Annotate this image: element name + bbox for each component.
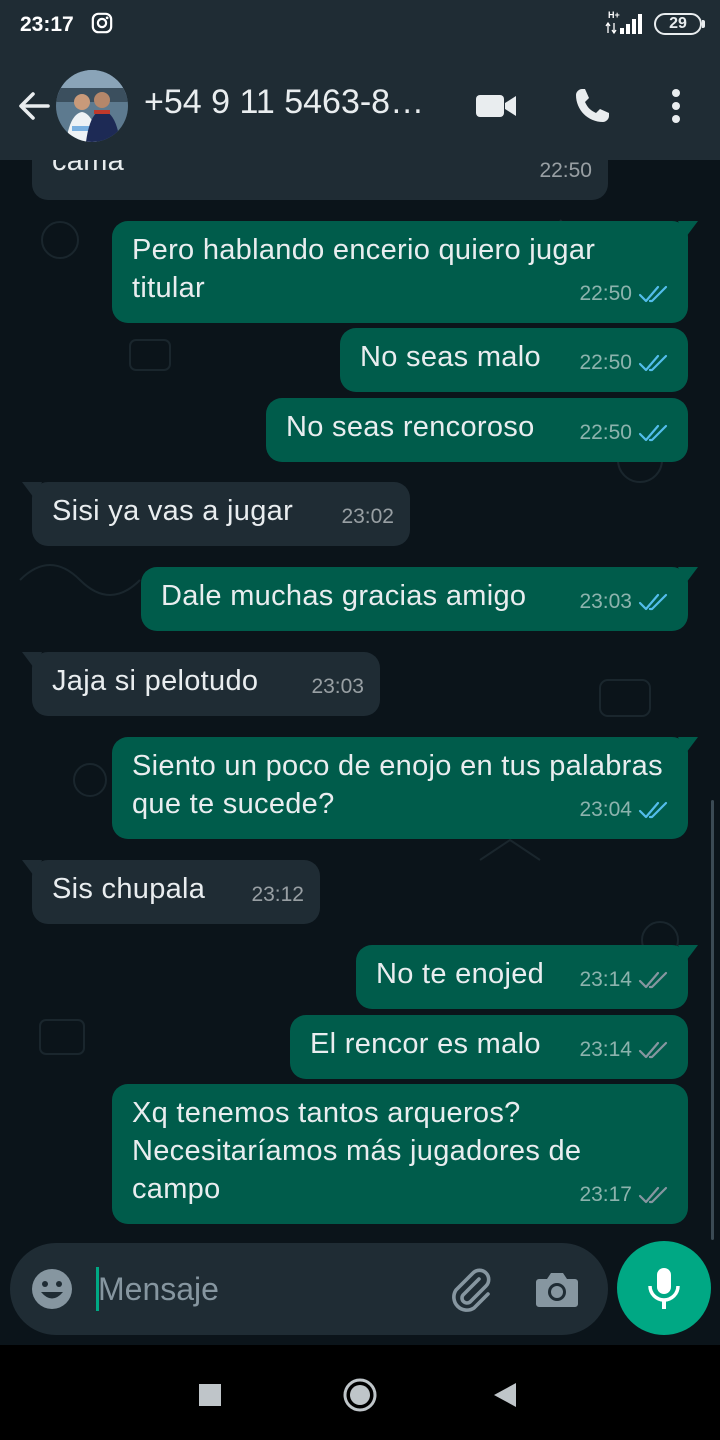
message-bubble-out[interactable]: Pero hablando encerio quiero jugar titul… (112, 221, 698, 323)
voice-message-button[interactable] (617, 1241, 711, 1335)
message-time: 22:50 (579, 282, 632, 305)
contact-avatar[interactable] (56, 70, 128, 142)
message-text: Jaja si pelotudo (52, 665, 259, 697)
bubble-tail (678, 221, 698, 237)
message-time: 22:50 (539, 160, 592, 182)
bubble-tail (22, 860, 42, 876)
message-meta: 22:50 (579, 344, 672, 382)
message-time: 23:17 (579, 1183, 632, 1206)
message-meta: 23:02 (341, 498, 394, 536)
message-bubble-in[interactable]: Sis chupala 23:12 (22, 860, 320, 924)
message-time: 23:12 (251, 883, 304, 906)
delivered-receipt-icon (638, 971, 668, 989)
message-time: 23:03 (311, 675, 364, 698)
message-text: cama (52, 160, 125, 177)
back-arrow-icon[interactable] (14, 86, 54, 126)
avatar-photo (56, 70, 128, 142)
read-receipt-icon (638, 354, 668, 372)
message-time: 22:50 (579, 421, 632, 444)
bubble-tail (22, 652, 42, 668)
message-meta: 22:50 (539, 160, 592, 190)
phone-icon[interactable] (570, 84, 614, 128)
scrollbar[interactable] (711, 800, 714, 1240)
status-time: 23:17 (20, 13, 74, 36)
message-time: 22:50 (579, 351, 632, 374)
message-text: Dale muchas gracias amigo (161, 580, 527, 612)
message-time: 23:02 (341, 505, 394, 528)
message-time: 23:14 (579, 1038, 632, 1061)
contact-name[interactable]: +54 9 11 5463-8… (144, 83, 444, 122)
message-text: Sis chupala (52, 873, 206, 905)
network-type-label: H+ (608, 10, 620, 20)
nav-back-icon[interactable] (486, 1375, 526, 1415)
message-bubble-in[interactable]: cama 22:50 (32, 160, 608, 200)
camera-icon[interactable] (534, 1267, 580, 1311)
whatsapp-chat-screen: 23:17 H+ 29 +54 9 11 5463-8… cama 22:50 … (0, 0, 720, 1440)
message-meta: 23:14 (579, 961, 672, 999)
bubble-tail (678, 567, 698, 583)
chat-header: +54 9 11 5463-8… (0, 52, 720, 160)
message-meta: 23:03 (311, 668, 364, 706)
read-receipt-icon (638, 285, 668, 303)
message-text: Pero hablando encerio quiero jugar titul… (132, 234, 596, 304)
message-bubble-out[interactable]: El rencor es malo 23:14 (290, 1015, 688, 1079)
emoji-icon[interactable] (30, 1267, 74, 1311)
message-meta: 23:12 (251, 876, 304, 914)
status-bar: 23:17 H+ 29 (0, 0, 720, 52)
message-composer (10, 1243, 608, 1335)
message-text: No te enojed (376, 958, 545, 990)
message-text: Sisi ya vas a jugar (52, 495, 294, 527)
nav-recents-icon[interactable] (190, 1375, 230, 1415)
system-nav-bar (0, 1345, 720, 1440)
mic-icon (648, 1268, 680, 1309)
message-bubble-in[interactable]: Jaja si pelotudo 23:03 (22, 652, 380, 716)
message-meta: 23:04 (579, 791, 672, 829)
delivered-receipt-icon (638, 1186, 668, 1204)
message-text: No seas rencoroso (286, 411, 535, 443)
message-input[interactable] (98, 1267, 418, 1311)
signal-icon: H+ (605, 10, 642, 35)
message-time: 23:14 (579, 968, 632, 991)
message-list[interactable]: cama 22:50 Pero hablando encerio quiero … (0, 160, 720, 1240)
message-text: El rencor es malo (310, 1028, 541, 1060)
message-meta: 22:50 (579, 275, 672, 313)
message-meta: 23:17 (579, 1176, 672, 1214)
more-vert-icon[interactable] (654, 84, 698, 128)
message-text: Xq tenemos tantos arqueros? Necesitaríam… (132, 1097, 582, 1205)
message-bubble-out[interactable]: Siento un poco de enojo en tus palabras … (112, 737, 698, 839)
bubble-tail (678, 945, 698, 961)
bubble-tail (678, 737, 698, 753)
message-text: No seas malo (360, 341, 541, 373)
delivered-receipt-icon (638, 1041, 668, 1059)
message-bubble-out[interactable]: Dale muchas gracias amigo 23:03 (141, 567, 698, 631)
message-meta: 23:03 (579, 583, 672, 621)
video-call-icon[interactable] (474, 84, 518, 128)
read-receipt-icon (638, 424, 668, 442)
message-meta: 23:14 (579, 1031, 672, 1069)
message-bubble-out[interactable]: No seas rencoroso 22:50 (266, 398, 688, 462)
message-bubble-out[interactable]: No te enojed 23:14 (356, 945, 698, 1009)
message-time: 23:03 (579, 590, 632, 613)
read-receipt-icon (638, 593, 668, 611)
battery-indicator: 29 (654, 13, 705, 35)
message-meta: 22:50 (579, 414, 672, 452)
message-time: 23:04 (579, 798, 632, 821)
bubble-tail (22, 482, 42, 498)
message-bubble-in[interactable]: Sisi ya vas a jugar 23:02 (22, 482, 410, 546)
instagram-icon (91, 12, 113, 34)
read-receipt-icon (638, 801, 668, 819)
attach-icon[interactable] (446, 1265, 494, 1313)
message-bubble-out[interactable]: Xq tenemos tantos arqueros? Necesitaríam… (112, 1084, 688, 1224)
nav-home-icon[interactable] (340, 1375, 380, 1415)
message-bubble-out[interactable]: No seas malo 22:50 (340, 328, 688, 392)
